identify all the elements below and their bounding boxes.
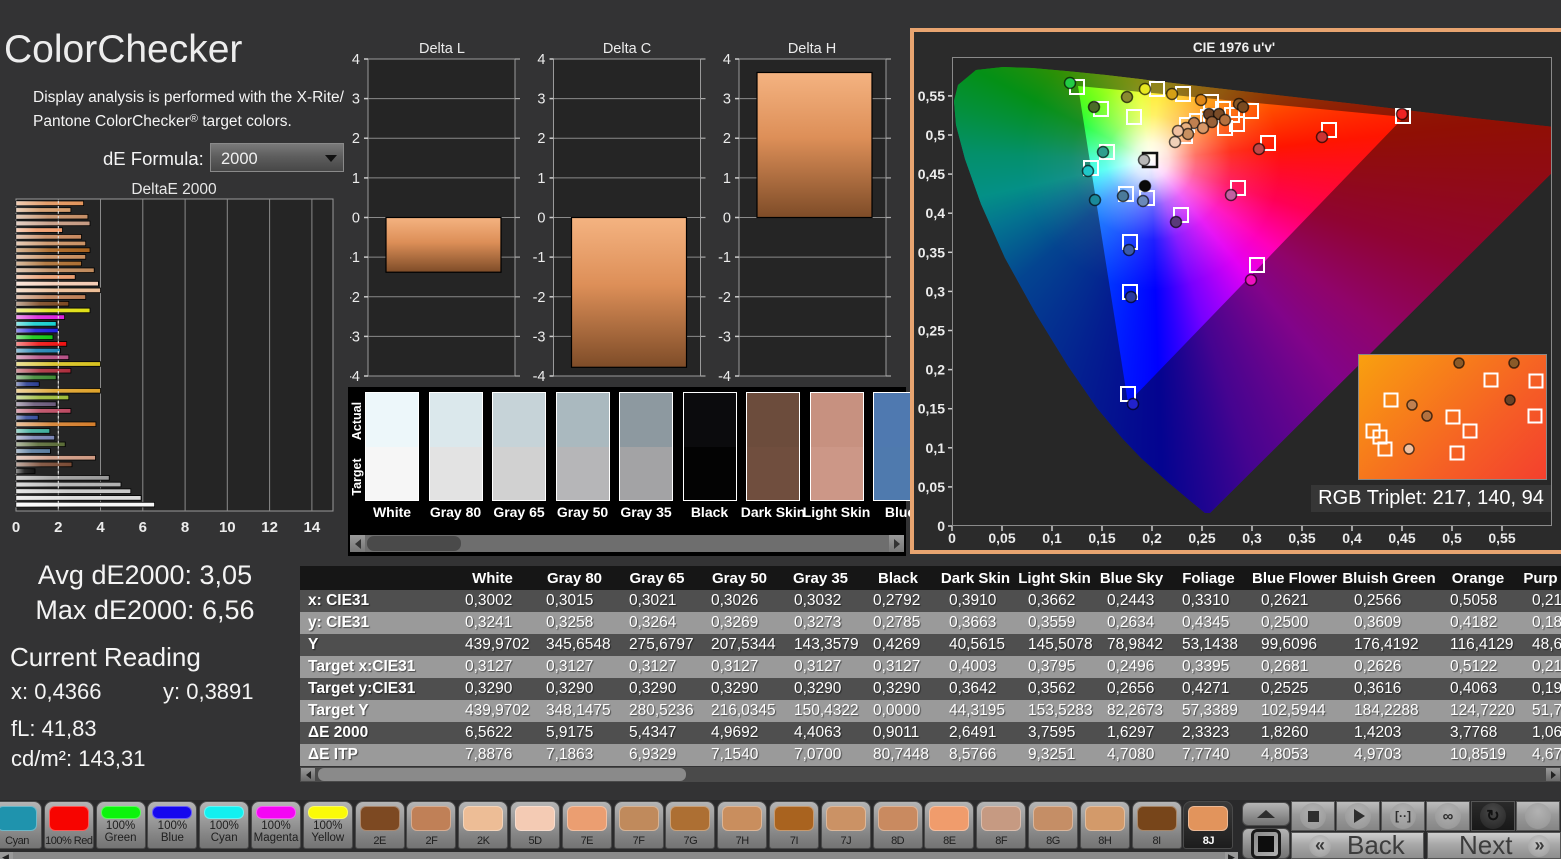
svg-text:14: 14 <box>304 519 321 536</box>
svg-text:0: 0 <box>723 211 731 227</box>
svg-text:0,1: 0,1 <box>926 440 946 456</box>
svg-text:0,45: 0,45 <box>1388 530 1415 546</box>
svg-text:0,05: 0,05 <box>988 530 1015 546</box>
svg-text:-1: -1 <box>533 250 546 266</box>
svg-text:0: 0 <box>352 211 360 227</box>
svg-text:0: 0 <box>12 519 20 536</box>
svg-text:0,45: 0,45 <box>918 166 945 182</box>
svg-text:-1: -1 <box>350 250 360 266</box>
svg-text:0,25: 0,25 <box>1188 530 1215 546</box>
svg-text:0,4: 0,4 <box>1342 530 1362 546</box>
svg-text:4: 4 <box>723 52 731 68</box>
svg-text:0,1: 0,1 <box>1042 530 1062 546</box>
svg-text:12: 12 <box>261 519 278 536</box>
svg-text:0,5: 0,5 <box>926 127 946 143</box>
svg-text:3: 3 <box>537 92 545 108</box>
svg-text:0: 0 <box>937 518 945 534</box>
svg-text:0,35: 0,35 <box>918 244 945 260</box>
svg-text:1: 1 <box>537 171 545 187</box>
svg-text:2: 2 <box>54 519 62 536</box>
svg-text:-2: -2 <box>718 290 731 306</box>
svg-text:1: 1 <box>352 171 360 187</box>
svg-text:-3: -3 <box>533 329 546 345</box>
svg-text:0,55: 0,55 <box>918 88 945 104</box>
svg-text:0,35: 0,35 <box>1288 530 1315 546</box>
svg-text:0,5: 0,5 <box>1442 530 1462 546</box>
svg-text:0,2: 0,2 <box>1142 530 1162 546</box>
svg-text:-3: -3 <box>350 329 360 345</box>
svg-text:-3: -3 <box>718 329 731 345</box>
svg-text:4: 4 <box>96 519 105 536</box>
svg-text:3: 3 <box>723 92 731 108</box>
svg-text:0,05: 0,05 <box>918 479 945 495</box>
svg-text:0,3: 0,3 <box>1242 530 1262 546</box>
svg-text:0,15: 0,15 <box>918 401 945 417</box>
svg-text:2: 2 <box>352 131 360 147</box>
svg-text:4: 4 <box>352 52 360 68</box>
svg-text:6: 6 <box>139 519 147 536</box>
svg-text:8: 8 <box>181 519 189 536</box>
svg-text:1: 1 <box>723 171 731 187</box>
svg-text:2: 2 <box>537 131 545 147</box>
svg-text:Delta C: Delta C <box>603 41 651 57</box>
svg-text:0: 0 <box>948 530 956 546</box>
svg-text:0,2: 0,2 <box>926 362 946 378</box>
svg-text:-1: -1 <box>718 250 731 266</box>
svg-text:-4: -4 <box>718 369 731 385</box>
svg-text:0,3: 0,3 <box>926 283 946 299</box>
svg-text:-2: -2 <box>533 290 546 306</box>
svg-text:Delta H: Delta H <box>788 41 836 57</box>
svg-text:0,4: 0,4 <box>926 205 946 221</box>
svg-text:-4: -4 <box>533 369 546 385</box>
svg-text:-4: -4 <box>350 369 360 385</box>
svg-text:10: 10 <box>219 519 236 536</box>
svg-text:0: 0 <box>537 211 545 227</box>
svg-text:-2: -2 <box>350 290 360 306</box>
svg-text:0,55: 0,55 <box>1488 530 1515 546</box>
svg-text:0,15: 0,15 <box>1088 530 1115 546</box>
svg-text:0,25: 0,25 <box>918 323 945 339</box>
svg-text:4: 4 <box>537 52 545 68</box>
svg-text:2: 2 <box>723 131 731 147</box>
svg-text:Delta L: Delta L <box>419 41 465 57</box>
svg-text:3: 3 <box>352 92 360 108</box>
